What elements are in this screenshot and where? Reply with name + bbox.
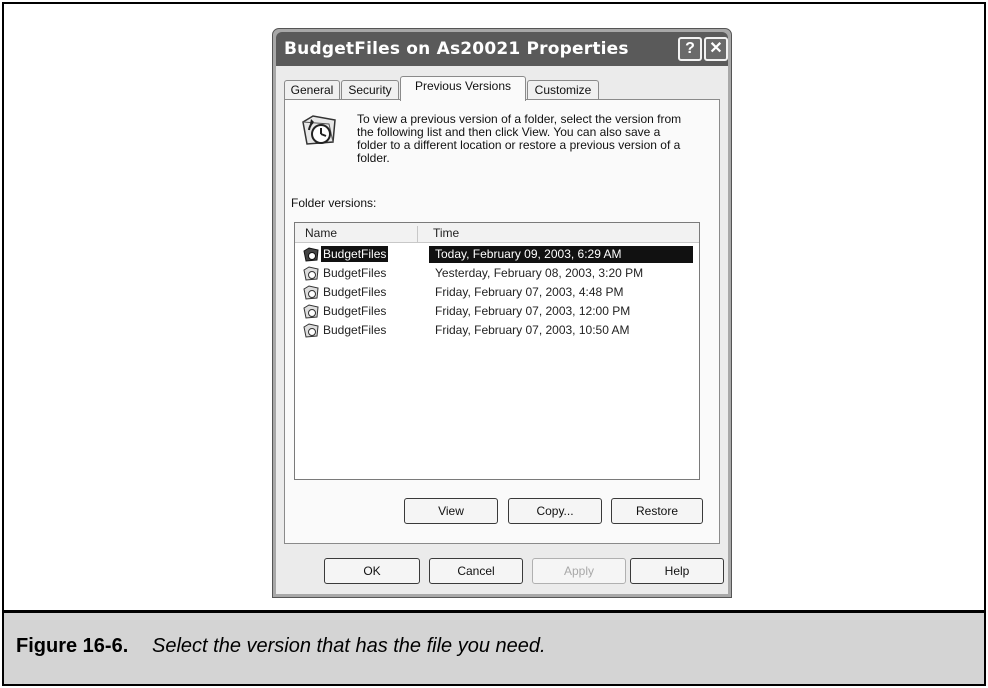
- tab-security[interactable]: Security: [341, 80, 399, 100]
- title-bar: BudgetFiles on As20021 Properties ? ✕: [276, 32, 728, 66]
- tab-general[interactable]: General: [284, 80, 340, 100]
- caption-text: Select the version that has the file you…: [152, 635, 546, 657]
- version-row[interactable]: BudgetFiles Friday, February 07, 2003, 4…: [297, 283, 695, 302]
- column-header-name[interactable]: Name: [305, 226, 418, 242]
- figure-caption: Figure 16-6. Select the version that has…: [4, 610, 984, 684]
- folder-version-icon: [303, 247, 319, 262]
- folder-version-icon: [303, 323, 319, 338]
- version-time: Today, February 09, 2003, 6:29 AM: [429, 246, 693, 263]
- tab-customize[interactable]: Customize: [527, 80, 599, 100]
- version-row[interactable]: BudgetFiles Today, February 09, 2003, 6:…: [297, 245, 695, 264]
- restore-button[interactable]: Restore: [611, 498, 703, 524]
- version-time: Friday, February 07, 2003, 10:50 AM: [435, 323, 630, 337]
- folder-version-icon: [303, 285, 319, 300]
- version-time: Yesterday, February 08, 2003, 3:20 PM: [435, 266, 644, 280]
- folder-clock-icon: [302, 115, 336, 145]
- figure-frame: BudgetFiles on As20021 Properties ? ✕ Ge…: [2, 2, 986, 686]
- version-name: BudgetFiles: [323, 266, 387, 280]
- help-button[interactable]: Help: [630, 558, 724, 584]
- dialog-body: General Security Previous Versions Custo…: [276, 66, 728, 594]
- folder-version-icon: [303, 304, 319, 319]
- view-button[interactable]: View: [404, 498, 498, 524]
- version-name: BudgetFiles: [323, 285, 387, 299]
- version-name: BudgetFiles: [323, 323, 387, 337]
- version-row[interactable]: BudgetFiles Yesterday, February 08, 2003…: [297, 264, 695, 283]
- version-row[interactable]: BudgetFiles Friday, February 07, 2003, 1…: [297, 302, 695, 321]
- previous-versions-panel: To view a previous version of a folder, …: [284, 99, 720, 544]
- apply-button[interactable]: Apply: [532, 558, 626, 584]
- version-time: Friday, February 07, 2003, 12:00 PM: [435, 304, 631, 318]
- column-header-time[interactable]: Time: [433, 226, 459, 240]
- version-name: BudgetFiles: [323, 304, 387, 318]
- list-header: Name Time: [295, 223, 699, 243]
- cancel-button[interactable]: Cancel: [429, 558, 523, 584]
- help-title-button[interactable]: ?: [678, 37, 702, 61]
- folder-version-icon: [303, 266, 319, 281]
- figure-number: Figure 16-6.: [16, 635, 129, 657]
- ok-button[interactable]: OK: [324, 558, 420, 584]
- tab-previous-versions[interactable]: Previous Versions: [400, 76, 526, 101]
- properties-dialog: BudgetFiles on As20021 Properties ? ✕ Ge…: [272, 28, 732, 598]
- version-time: Friday, February 07, 2003, 4:48 PM: [435, 285, 624, 299]
- version-name: BudgetFiles: [321, 246, 389, 262]
- dialog-title: BudgetFiles on As20021 Properties: [284, 39, 629, 59]
- info-text: To view a previous version of a folder, …: [357, 112, 682, 165]
- close-title-button[interactable]: ✕: [704, 37, 728, 61]
- folder-versions-label: Folder versions:: [291, 196, 377, 210]
- version-row[interactable]: BudgetFiles Friday, February 07, 2003, 1…: [297, 321, 695, 340]
- folder-versions-list[interactable]: Name Time BudgetFiles Today, February 09…: [294, 222, 700, 480]
- copy-button[interactable]: Copy...: [508, 498, 602, 524]
